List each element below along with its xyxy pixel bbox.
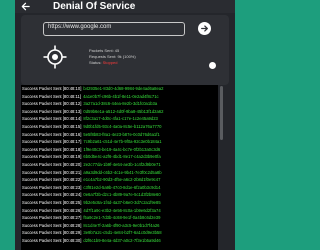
status-value: Stopped: [102, 60, 118, 65]
attack-stats: Packets Sent: 45 Requests Sent: 9k (100%…: [89, 48, 136, 66]
log-row: Success Packet Sent [80:48:16] 5e5f8b83-f…: [21, 131, 218, 139]
log-row: Success Packet Sent [80:48:14] 8f2c3a17-4…: [21, 115, 218, 123]
log-row: Success Packet Sent [80:48:28] 8c1d4e7f-2…: [21, 222, 218, 230]
log-row: Success Packet Sent [80:48:10] b42935e1-8…: [21, 85, 218, 93]
log-row-hash: c3f81e2d-5a9b-47c0-8d1e-6f2a0b3c9d14: [83, 184, 161, 190]
log-row-hash: 8f2c3a17-4d0c-4fa1-c17e-1c2e45a9d23: [83, 116, 158, 122]
url-input[interactable]: https://www.google.com: [43, 22, 185, 36]
log-row: Success Packet Sent [80:48:18] 1f9e40c3-b…: [21, 146, 218, 154]
target-card: https://www.google.com Packets Sent: 45 …: [21, 15, 229, 85]
log-row-prefix: Success Packet Sent [80:48:21]: [22, 169, 82, 175]
log-row-hash: 9b2e5c8a-1f4d-4a37-b6e0-3d7c2a1f9e85: [83, 199, 161, 205]
log-row: Success Packet Sent [80:48:26] 4d7f1a9c-e…: [21, 207, 218, 215]
log-row: Success Packet Sent [80:48:12] 3a27a1d-38…: [21, 100, 218, 108]
log-row-hash: 4d7f1a9c-e3b2-4e56-8c0a-1b9e6d2f3a74: [83, 207, 161, 213]
app-bar: Denial Of Service: [15, 0, 235, 13]
log-row-prefix: Success Packet Sent [80:48:29]: [22, 230, 82, 236]
go-button[interactable]: [198, 22, 211, 35]
log-row-prefix: Success Packet Sent [80:48:12]: [22, 101, 82, 107]
log-row-hash: 0d59b6e1a-a512-4d0f-9ba8-45b13f1d2a62: [83, 108, 164, 114]
log-row-prefix: Success Packet Sent [80:48:30]: [22, 237, 82, 243]
log-row-prefix: Success Packet Sent [80:48:16]: [22, 131, 82, 137]
log-row-prefix: Success Packet Sent [80:48:25]: [22, 199, 82, 205]
log-row-prefix: Success Packet Sent [80:48:23]: [22, 184, 82, 190]
log-row-hash: b42935e1-83d0-4d68-9984-9de4ad6a8ea2: [83, 86, 164, 91]
log-row-prefix: Success Packet Sent [80:48:15]: [22, 123, 82, 129]
log-row-prefix: Success Packet Sent [80:48:20]: [22, 161, 82, 167]
log-row-hash: d2f6c1b9-8e4a-4d37-a0c2-7f3e1b5a9d46: [83, 237, 161, 243]
log-row: Success Packet Sent [80:48:19] 6b0d5e4c-a…: [21, 153, 218, 161]
arrow-right-icon: [201, 25, 208, 32]
start-stop-toggle[interactable]: [209, 62, 216, 69]
log-row-prefix: Success Packet Sent [80:48:24]: [22, 192, 82, 198]
log-row: Success Packet Sent [80:48:25] 9b2e5c8a-1…: [21, 199, 218, 207]
log-row-hash: 8c1d4e7f-2a6b-4f90-a3c5-9e0b1d7f4a26: [83, 222, 160, 228]
log-row-hash: 7c9b2a61-c51d-4e7b-9f0a-92c3e0b184a1: [83, 139, 162, 145]
log-row-prefix: Success Packet Sent [80:48:18]: [22, 146, 82, 152]
log-row-prefix: Success Packet Sent [80:48:26]: [22, 207, 82, 213]
log-row-hash: 6b0d5e4c-a2f6-4bd1-8e17-c4a2d3b9e0fa: [83, 154, 161, 160]
packet-log[interactable]: Success Packet Sent [80:48:10] b42935e1-8…: [21, 85, 218, 250]
log-row: Success Packet Sent [80:48:11] 4a1e0b7f-c…: [21, 93, 218, 101]
status-line: Status: Stopped: [89, 60, 136, 66]
log-row: Success Packet Sent [80:48:17] 7c9b2a61-c…: [21, 138, 218, 146]
log-row: Success Packet Sent [80:48:22] e1c4a7b2-9…: [21, 176, 218, 184]
log-row-prefix: Success Packet Sent [80:48:11]: [22, 93, 82, 99]
back-arrow-icon: [21, 2, 30, 11]
log-row-prefix: Success Packet Sent [80:48:27]: [22, 215, 82, 221]
log-row-prefix: Success Packet Sent [80:48:13]: [22, 108, 82, 114]
log-row-prefix: Success Packet Sent [80:48:28]: [22, 222, 82, 228]
url-input-value: https://www.google.com: [48, 24, 112, 30]
log-row-hash: 0e6a7f3b-d2c1-4b89-9a7e-5c1d3f2b8e60: [83, 192, 161, 198]
log-row-prefix: Success Packet Sent [80:48:17]: [22, 139, 82, 145]
log-row-hash: 2e2c77da-1b9f-4e64-ae3b-1c4f2d9b0e71: [83, 161, 161, 167]
log-row-hash: 3e9b7a2c-c5d1-4e84-b2f7-6a1c0d9e3b58: [83, 230, 162, 236]
back-button[interactable]: [15, 0, 37, 13]
log-row: Success Packet Sent [80:48:29] 3e9b7a2c-c…: [21, 229, 218, 237]
log-row: Success Packet Sent [80:48:30] d2f6c1b9-8…: [21, 237, 218, 245]
log-row: Success Packet Sent [80:48:20] 2e2c77da-1…: [21, 161, 218, 169]
log-row-prefix: Success Packet Sent [80:48:14]: [22, 116, 82, 122]
log-row-prefix: Success Packet Sent [80:48:10]: [22, 86, 82, 91]
log-row: Success Packet Sent [80:48:23] c3f81e2d-5…: [21, 184, 218, 192]
log-row-hash: f5a9c2e1-7d3b-4c68-9e1f-0a4b8c6d2e39: [83, 215, 161, 221]
app-screen: Denial Of Service https://www.google.com…: [15, 0, 235, 250]
log-scrollbar[interactable]: [220, 86, 223, 140]
status-label: Status:: [89, 60, 103, 65]
crosshair-icon: [43, 45, 67, 69]
log-row: Success Packet Sent [80:48:24] 0e6a7f3b-d…: [21, 191, 218, 199]
log-row-hash: 3a27a1d-38c6-44ea-8e2b-3d1fc0a1b3a: [83, 101, 158, 107]
log-row-hash: 9d0b1fd5-93c4-4a0a-8c5e-b112a76a7770: [83, 123, 162, 129]
log-row: Success Packet Sent [80:48:27] f5a9c2e1-7…: [21, 214, 218, 222]
log-row-hash: 4a1e0b7f-c96b-4b1f-8e11-0e2ad4f8c71c: [83, 93, 159, 99]
log-row: Success Packet Sent [80:48:15] 9d0b1fd5-9…: [21, 123, 218, 131]
log-row: Success Packet Sent [80:48:21] a9a3d9dd-c…: [21, 169, 218, 177]
log-row-hash: e1c4a7b2-90d3-4f5e-a6c2-2b8d1f0e9c47: [83, 177, 161, 183]
log-row: Success Packet Sent [80:48:13] 0d59b6e1a-…: [21, 108, 218, 116]
app-title: Denial Of Service: [53, 1, 136, 12]
log-row-hash: 1f9e40c3-be19-4a4c-bc7e-0f2b13a0c3d6: [83, 146, 161, 152]
log-row-hash: a9a3d9dd-c6b2-4c1e-9b41-7e3f0c2d5a8b: [83, 169, 162, 175]
log-row-prefix: Success Packet Sent [80:48:22]: [22, 177, 82, 183]
log-row-prefix: Success Packet Sent [80:48:19]: [22, 154, 82, 160]
log-row-hash: 5e5f8b83-f8a1-4e23-b87e-0c0d76d6a1f1: [83, 131, 160, 137]
